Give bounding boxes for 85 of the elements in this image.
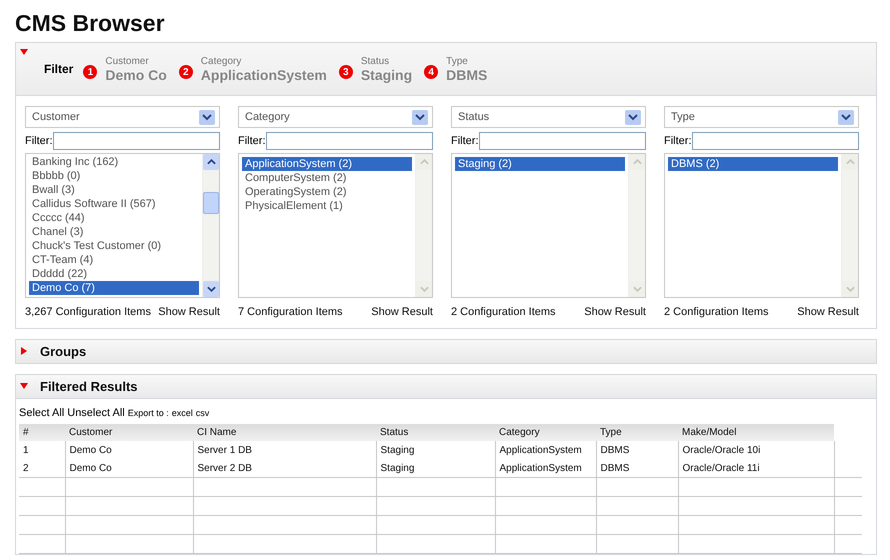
unselect-all-link[interactable]: Unselect All (67, 407, 125, 419)
filter-label: Filter (44, 62, 74, 76)
table-cell: DBMS (596, 459, 678, 478)
list-item[interactable]: ApplicationSystem (2) (242, 157, 412, 171)
column-header[interactable]: CI Name (193, 424, 376, 441)
table-cell: ApplicationSystem (495, 441, 596, 459)
filter-label: Filter: (664, 135, 692, 147)
collapse-triangle-icon[interactable] (20, 48, 28, 56)
list-item[interactable]: Ddddd (22) (29, 267, 199, 281)
item-count: 7 Configuration Items (238, 306, 343, 318)
table-cell: Staging (376, 441, 495, 459)
scroll-thumb[interactable] (203, 192, 219, 214)
item-count: 2 Configuration Items (451, 306, 556, 318)
chip-value: Staging (360, 66, 412, 82)
chip-label: Category (200, 56, 242, 66)
show-result-link[interactable]: Show Result (371, 306, 433, 318)
list-item[interactable]: Demo Co (7) (29, 281, 199, 295)
filter-input[interactable] (52, 132, 220, 150)
column-header[interactable]: Category (495, 424, 596, 441)
item-count: 2 Configuration Items (664, 306, 769, 318)
section-title: Groups (40, 344, 86, 359)
filter-input[interactable] (478, 132, 646, 150)
chip-value: ApplicationSystem (200, 66, 327, 82)
table-cell: Oracle/Oracle 10i (678, 441, 834, 459)
list-item[interactable]: Staging (2) (455, 157, 625, 171)
table-cell: Server 2 DB (193, 459, 376, 478)
dropdown[interactable]: Customer (25, 106, 220, 128)
list-item[interactable]: Callidus Software II (567) (29, 197, 199, 211)
chip-value: DBMS (446, 66, 488, 82)
export-label: Export to : (128, 408, 169, 418)
dropdown[interactable]: Category (238, 106, 433, 128)
list-item[interactable]: Chanel (3) (29, 225, 199, 239)
column-header[interactable]: Customer (65, 424, 193, 441)
list-item[interactable]: Bwall (3) (29, 183, 199, 197)
column-header[interactable]: Status (376, 424, 495, 441)
export-link[interactable]: csv (196, 408, 210, 418)
collapse-triangle-icon[interactable] (20, 347, 28, 355)
table-cell: Staging (376, 459, 495, 478)
collapse-triangle-icon[interactable] (20, 382, 28, 390)
list-item[interactable]: Chuck's Test Customer (0) (29, 239, 199, 253)
dropdown[interactable]: Type (664, 106, 859, 128)
results-header[interactable]: Filtered Results (16, 375, 876, 398)
column-header[interactable]: Type (596, 424, 678, 441)
chip-label: Status (360, 56, 390, 66)
item-count: 3,267 Configuration Items (25, 306, 151, 318)
list-item[interactable]: DBMS (2) (668, 157, 838, 171)
step-number-badge: 2 (178, 65, 193, 79)
table-cell: Demo Co (65, 459, 193, 478)
dropdown[interactable]: Status (451, 106, 646, 128)
chip-label: Customer (105, 56, 150, 66)
export-link[interactable]: excel (172, 408, 193, 418)
step-number-badge: 3 (338, 65, 353, 79)
table-cell: Oracle/Oracle 11i (678, 459, 834, 478)
filter-input[interactable] (266, 132, 433, 150)
scrollbar[interactable] (202, 154, 219, 297)
column-header[interactable]: Make/Model (678, 424, 834, 441)
page-title: CMS Browser (15, 10, 166, 36)
list-item[interactable]: Bbbbb (0) (29, 169, 199, 183)
show-result-link[interactable]: Show Result (158, 306, 220, 318)
table-cell: ApplicationSystem (495, 459, 596, 478)
list-item[interactable]: CT-Team (4) (29, 253, 199, 267)
table-cell: 2 (19, 459, 65, 478)
chip-label: Type (446, 56, 469, 66)
list-item[interactable]: Banking Inc (162) (29, 155, 199, 169)
step-number-badge: 1 (83, 65, 98, 79)
table-cell: 1 (19, 441, 65, 459)
step-number-badge: 4 (424, 65, 438, 79)
groups-header[interactable]: Groups (16, 340, 876, 363)
filter-label: Filter: (238, 135, 266, 147)
list-item[interactable]: Ccccc (44) (29, 211, 199, 225)
table-cell: Server 1 DB (193, 441, 376, 459)
select-all-link[interactable]: Select All (19, 407, 64, 419)
list-item[interactable]: PhysicalElement (1) (242, 199, 412, 213)
list-item[interactable]: ComputerSystem (2) (242, 171, 412, 185)
section-title: Filtered Results (40, 379, 138, 394)
table-cell: Demo Co (65, 441, 193, 459)
show-result-link[interactable]: Show Result (797, 306, 859, 318)
chip-value: Demo Co (105, 66, 167, 82)
table-cell: DBMS (596, 441, 678, 459)
filter-input[interactable] (692, 132, 859, 150)
filter-label: Filter: (25, 135, 52, 147)
filter-label: Filter: (451, 135, 478, 147)
show-result-link[interactable]: Show Result (584, 306, 646, 318)
list-item[interactable]: OperatingSystem (2) (242, 185, 412, 199)
column-header[interactable]: # (19, 424, 65, 441)
